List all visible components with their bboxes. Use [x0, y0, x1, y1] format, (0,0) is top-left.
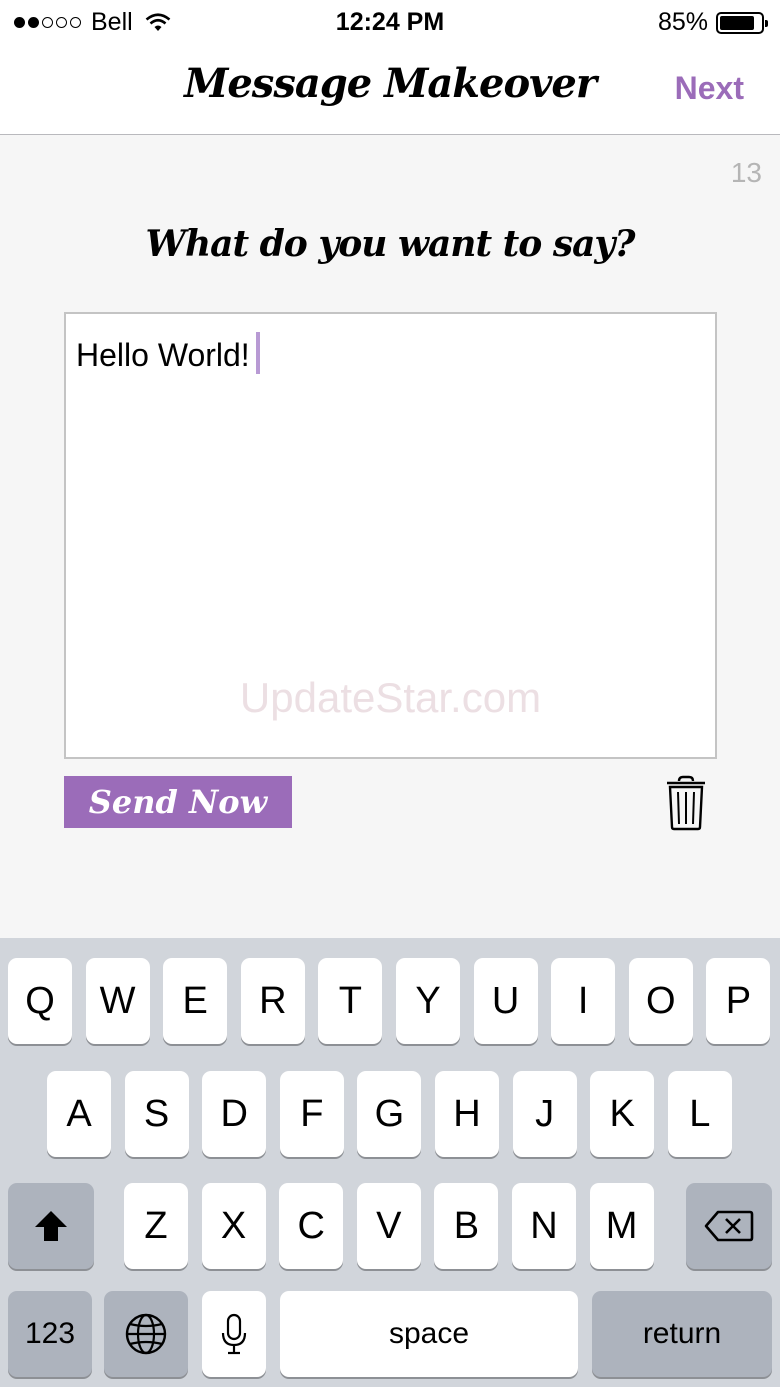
key-t[interactable]: T: [318, 958, 383, 1044]
return-key[interactable]: return: [592, 1291, 772, 1377]
key-y[interactable]: Y: [396, 958, 460, 1044]
navigation-bar: Message Makeover Next: [0, 46, 780, 135]
key-e[interactable]: E: [163, 958, 228, 1044]
key-u[interactable]: U: [473, 958, 538, 1044]
shift-icon: [35, 1211, 67, 1241]
status-right: 85%: [657, 8, 768, 37]
battery-percent: 85%: [657, 8, 708, 36]
key-a[interactable]: A: [47, 1071, 111, 1157]
key-v[interactable]: V: [356, 1183, 421, 1269]
message-text-input[interactable]: Hello World! UpdateStar.com: [64, 312, 717, 759]
send-now-button[interactable]: Send Now: [64, 776, 292, 828]
shift-key[interactable]: [8, 1183, 94, 1269]
backspace-icon: [704, 1210, 754, 1242]
trash-icon[interactable]: [664, 775, 708, 831]
keyboard: QWERTYUIOP ASDFGHJKL ZXCVBNM 123 space r…: [0, 938, 780, 1387]
key-c[interactable]: C: [279, 1183, 344, 1269]
message-text: Hello World!: [76, 337, 250, 373]
prompt-heading: What do you want to say?: [145, 223, 636, 265]
key-s[interactable]: S: [124, 1071, 189, 1157]
globe-key[interactable]: [104, 1291, 188, 1377]
app-title: Message Makeover: [184, 60, 597, 107]
text-cursor: [255, 332, 260, 374]
key-n[interactable]: N: [512, 1183, 576, 1269]
space-key[interactable]: space: [280, 1291, 578, 1377]
compose-area: 13 What do you want to say? Hello World!…: [0, 135, 780, 938]
character-counter: 13: [730, 157, 762, 188]
key-d[interactable]: D: [202, 1071, 267, 1157]
microphone-key[interactable]: [202, 1291, 266, 1377]
next-button[interactable]: Next: [675, 70, 744, 107]
key-p[interactable]: P: [706, 958, 771, 1044]
microphone-icon: [221, 1313, 247, 1355]
key-w[interactable]: W: [85, 958, 150, 1044]
key-q[interactable]: Q: [8, 958, 72, 1044]
key-l[interactable]: L: [667, 1071, 732, 1157]
key-r[interactable]: R: [240, 958, 305, 1044]
key-i[interactable]: I: [551, 958, 616, 1044]
numbers-key[interactable]: 123: [8, 1291, 92, 1377]
key-z[interactable]: Z: [124, 1183, 188, 1269]
key-b[interactable]: B: [434, 1183, 499, 1269]
key-j[interactable]: J: [512, 1071, 577, 1157]
watermark: UpdateStar.com: [239, 674, 542, 721]
key-g[interactable]: G: [357, 1071, 422, 1157]
key-x[interactable]: X: [201, 1183, 266, 1269]
globe-icon: [125, 1313, 167, 1355]
key-h[interactable]: H: [435, 1071, 499, 1157]
key-o[interactable]: O: [628, 958, 693, 1044]
battery-icon: [716, 11, 768, 34]
key-k[interactable]: K: [590, 1071, 655, 1157]
backspace-key[interactable]: [686, 1183, 772, 1269]
key-f[interactable]: F: [279, 1071, 344, 1157]
status-bar: Bell 12:24 PM 85%: [0, 0, 780, 46]
key-m[interactable]: M: [589, 1183, 654, 1269]
